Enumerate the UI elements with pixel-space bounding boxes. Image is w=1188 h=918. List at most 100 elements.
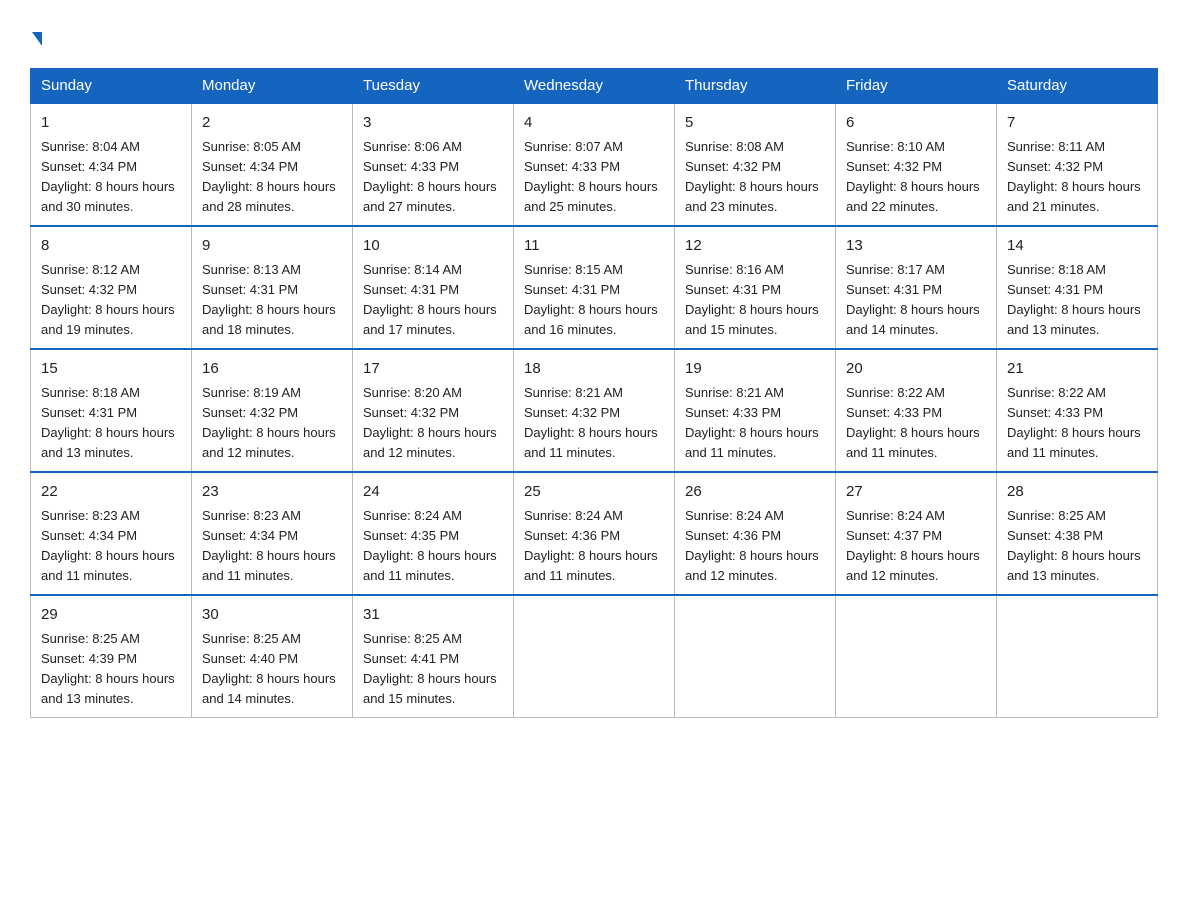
day-info: Sunrise: 8:13 AMSunset: 4:31 PMDaylight:… — [202, 260, 342, 341]
day-number: 15 — [41, 358, 181, 381]
calendar-cell — [514, 595, 675, 718]
calendar-cell: 9Sunrise: 8:13 AMSunset: 4:31 PMDaylight… — [192, 226, 353, 349]
day-number: 5 — [685, 112, 825, 135]
day-info: Sunrise: 8:15 AMSunset: 4:31 PMDaylight:… — [524, 260, 664, 341]
day-number: 2 — [202, 112, 342, 135]
logo-top — [30, 20, 42, 48]
calendar-cell: 15Sunrise: 8:18 AMSunset: 4:31 PMDayligh… — [31, 349, 192, 472]
weekday-header-wednesday: Wednesday — [514, 69, 675, 104]
day-info: Sunrise: 8:19 AMSunset: 4:32 PMDaylight:… — [202, 383, 342, 464]
calendar-cell: 14Sunrise: 8:18 AMSunset: 4:31 PMDayligh… — [997, 226, 1158, 349]
calendar-cell: 10Sunrise: 8:14 AMSunset: 4:31 PMDayligh… — [353, 226, 514, 349]
calendar-cell: 25Sunrise: 8:24 AMSunset: 4:36 PMDayligh… — [514, 472, 675, 595]
day-number: 26 — [685, 481, 825, 504]
calendar-cell: 6Sunrise: 8:10 AMSunset: 4:32 PMDaylight… — [836, 103, 997, 226]
weekday-header-row: SundayMondayTuesdayWednesdayThursdayFrid… — [31, 69, 1158, 104]
day-number: 30 — [202, 604, 342, 627]
day-number: 12 — [685, 235, 825, 258]
day-number: 20 — [846, 358, 986, 381]
calendar-cell: 31Sunrise: 8:25 AMSunset: 4:41 PMDayligh… — [353, 595, 514, 718]
day-number: 10 — [363, 235, 503, 258]
weekday-header-friday: Friday — [836, 69, 997, 104]
weekday-header-monday: Monday — [192, 69, 353, 104]
day-number: 4 — [524, 112, 664, 135]
calendar-cell: 20Sunrise: 8:22 AMSunset: 4:33 PMDayligh… — [836, 349, 997, 472]
day-info: Sunrise: 8:21 AMSunset: 4:33 PMDaylight:… — [685, 383, 825, 464]
day-number: 3 — [363, 112, 503, 135]
day-info: Sunrise: 8:14 AMSunset: 4:31 PMDaylight:… — [363, 260, 503, 341]
calendar-week-row: 29Sunrise: 8:25 AMSunset: 4:39 PMDayligh… — [31, 595, 1158, 718]
calendar-cell: 2Sunrise: 8:05 AMSunset: 4:34 PMDaylight… — [192, 103, 353, 226]
weekday-header-saturday: Saturday — [997, 69, 1158, 104]
day-info: Sunrise: 8:20 AMSunset: 4:32 PMDaylight:… — [363, 383, 503, 464]
day-info: Sunrise: 8:18 AMSunset: 4:31 PMDaylight:… — [41, 383, 181, 464]
day-number: 11 — [524, 235, 664, 258]
day-info: Sunrise: 8:24 AMSunset: 4:35 PMDaylight:… — [363, 506, 503, 587]
logo-triangle-icon — [32, 32, 42, 46]
day-number: 25 — [524, 481, 664, 504]
day-number: 13 — [846, 235, 986, 258]
calendar-cell: 18Sunrise: 8:21 AMSunset: 4:32 PMDayligh… — [514, 349, 675, 472]
day-info: Sunrise: 8:04 AMSunset: 4:34 PMDaylight:… — [41, 137, 181, 218]
calendar-week-row: 1Sunrise: 8:04 AMSunset: 4:34 PMDaylight… — [31, 103, 1158, 226]
day-number: 31 — [363, 604, 503, 627]
calendar-week-row: 8Sunrise: 8:12 AMSunset: 4:32 PMDaylight… — [31, 226, 1158, 349]
day-number: 21 — [1007, 358, 1147, 381]
day-info: Sunrise: 8:18 AMSunset: 4:31 PMDaylight:… — [1007, 260, 1147, 341]
day-info: Sunrise: 8:21 AMSunset: 4:32 PMDaylight:… — [524, 383, 664, 464]
day-info: Sunrise: 8:17 AMSunset: 4:31 PMDaylight:… — [846, 260, 986, 341]
day-info: Sunrise: 8:25 AMSunset: 4:39 PMDaylight:… — [41, 629, 181, 710]
calendar-cell: 7Sunrise: 8:11 AMSunset: 4:32 PMDaylight… — [997, 103, 1158, 226]
calendar-cell — [836, 595, 997, 718]
logo — [30, 20, 42, 48]
day-info: Sunrise: 8:11 AMSunset: 4:32 PMDaylight:… — [1007, 137, 1147, 218]
calendar-week-row: 15Sunrise: 8:18 AMSunset: 4:31 PMDayligh… — [31, 349, 1158, 472]
calendar-cell: 26Sunrise: 8:24 AMSunset: 4:36 PMDayligh… — [675, 472, 836, 595]
calendar-cell — [675, 595, 836, 718]
calendar-cell: 8Sunrise: 8:12 AMSunset: 4:32 PMDaylight… — [31, 226, 192, 349]
calendar-cell: 16Sunrise: 8:19 AMSunset: 4:32 PMDayligh… — [192, 349, 353, 472]
calendar-cell: 22Sunrise: 8:23 AMSunset: 4:34 PMDayligh… — [31, 472, 192, 595]
day-info: Sunrise: 8:12 AMSunset: 4:32 PMDaylight:… — [41, 260, 181, 341]
day-info: Sunrise: 8:10 AMSunset: 4:32 PMDaylight:… — [846, 137, 986, 218]
weekday-header-thursday: Thursday — [675, 69, 836, 104]
day-info: Sunrise: 8:24 AMSunset: 4:36 PMDaylight:… — [685, 506, 825, 587]
day-number: 8 — [41, 235, 181, 258]
day-info: Sunrise: 8:22 AMSunset: 4:33 PMDaylight:… — [846, 383, 986, 464]
day-number: 19 — [685, 358, 825, 381]
day-info: Sunrise: 8:23 AMSunset: 4:34 PMDaylight:… — [202, 506, 342, 587]
day-number: 6 — [846, 112, 986, 135]
day-info: Sunrise: 8:25 AMSunset: 4:38 PMDaylight:… — [1007, 506, 1147, 587]
calendar-cell: 3Sunrise: 8:06 AMSunset: 4:33 PMDaylight… — [353, 103, 514, 226]
day-number: 22 — [41, 481, 181, 504]
day-info: Sunrise: 8:25 AMSunset: 4:40 PMDaylight:… — [202, 629, 342, 710]
day-number: 7 — [1007, 112, 1147, 135]
calendar-cell: 19Sunrise: 8:21 AMSunset: 4:33 PMDayligh… — [675, 349, 836, 472]
calendar-cell: 12Sunrise: 8:16 AMSunset: 4:31 PMDayligh… — [675, 226, 836, 349]
calendar-cell: 24Sunrise: 8:24 AMSunset: 4:35 PMDayligh… — [353, 472, 514, 595]
day-number: 16 — [202, 358, 342, 381]
day-number: 28 — [1007, 481, 1147, 504]
calendar-cell: 21Sunrise: 8:22 AMSunset: 4:33 PMDayligh… — [997, 349, 1158, 472]
day-info: Sunrise: 8:08 AMSunset: 4:32 PMDaylight:… — [685, 137, 825, 218]
day-number: 24 — [363, 481, 503, 504]
calendar-cell: 5Sunrise: 8:08 AMSunset: 4:32 PMDaylight… — [675, 103, 836, 226]
weekday-header-tuesday: Tuesday — [353, 69, 514, 104]
weekday-header-sunday: Sunday — [31, 69, 192, 104]
day-info: Sunrise: 8:22 AMSunset: 4:33 PMDaylight:… — [1007, 383, 1147, 464]
calendar-cell: 23Sunrise: 8:23 AMSunset: 4:34 PMDayligh… — [192, 472, 353, 595]
day-info: Sunrise: 8:23 AMSunset: 4:34 PMDaylight:… — [41, 506, 181, 587]
day-info: Sunrise: 8:25 AMSunset: 4:41 PMDaylight:… — [363, 629, 503, 710]
day-number: 14 — [1007, 235, 1147, 258]
page-header — [30, 20, 1158, 48]
calendar-cell: 4Sunrise: 8:07 AMSunset: 4:33 PMDaylight… — [514, 103, 675, 226]
calendar-week-row: 22Sunrise: 8:23 AMSunset: 4:34 PMDayligh… — [31, 472, 1158, 595]
calendar-cell: 27Sunrise: 8:24 AMSunset: 4:37 PMDayligh… — [836, 472, 997, 595]
day-number: 18 — [524, 358, 664, 381]
day-info: Sunrise: 8:06 AMSunset: 4:33 PMDaylight:… — [363, 137, 503, 218]
day-info: Sunrise: 8:16 AMSunset: 4:31 PMDaylight:… — [685, 260, 825, 341]
day-number: 1 — [41, 112, 181, 135]
calendar-cell — [997, 595, 1158, 718]
calendar-table: SundayMondayTuesdayWednesdayThursdayFrid… — [30, 68, 1158, 718]
day-info: Sunrise: 8:07 AMSunset: 4:33 PMDaylight:… — [524, 137, 664, 218]
